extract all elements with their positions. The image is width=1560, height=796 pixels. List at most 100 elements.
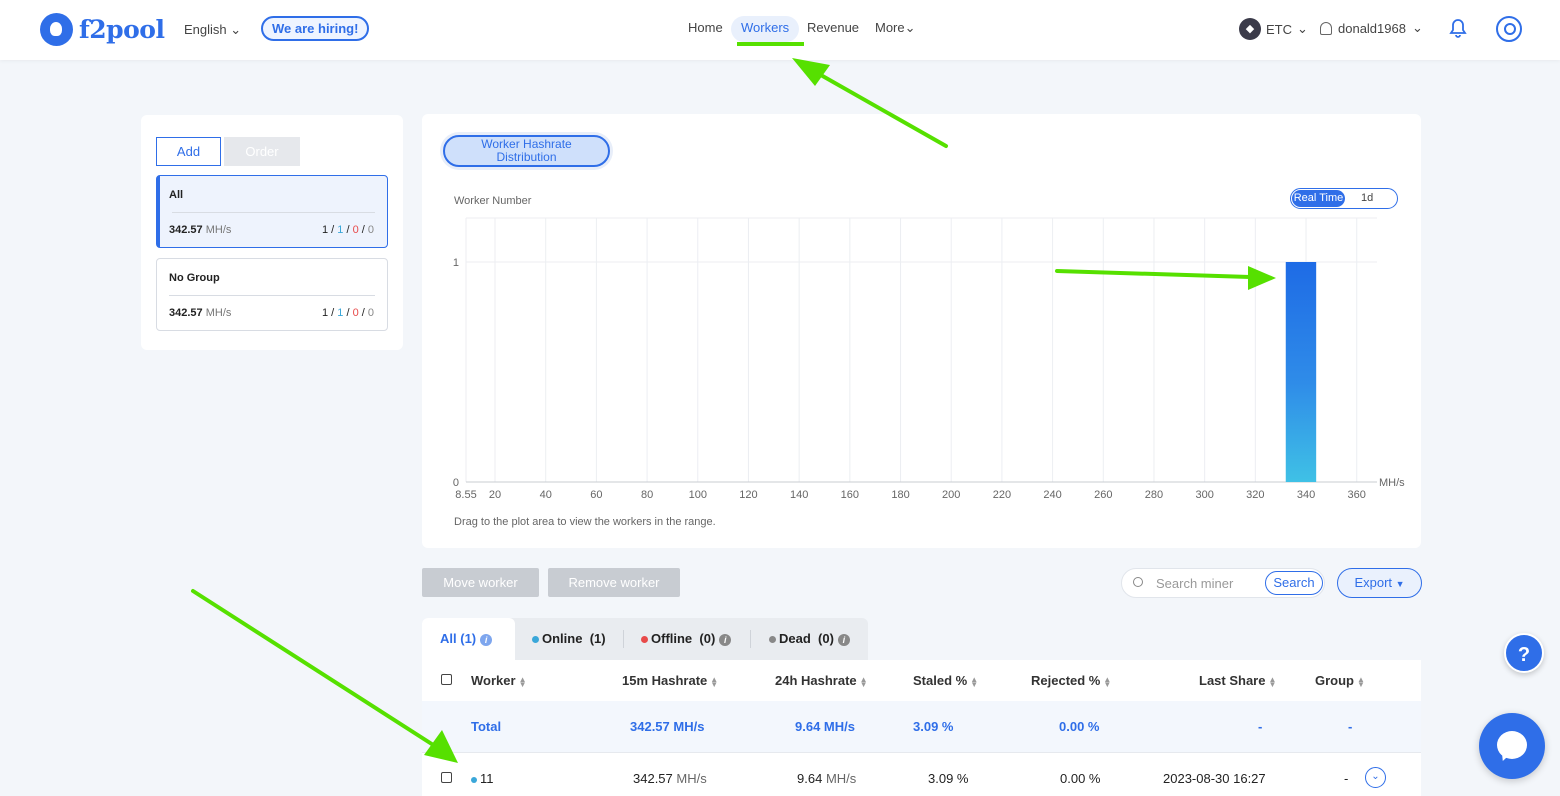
arrow-head <box>792 58 830 86</box>
x-tick-label: 320 <box>1246 489 1264 501</box>
search-miner-box: Search miner Search <box>1121 568 1325 598</box>
row-checkbox[interactable] <box>441 772 452 783</box>
info-icon[interactable]: i <box>719 633 732 646</box>
value: 342.57 <box>633 771 673 786</box>
count-dead: 0 <box>367 307 374 319</box>
divider <box>172 212 375 213</box>
language-selector[interactable]: English ⌄ <box>184 22 241 38</box>
help-question-icon[interactable]: ? <box>1504 633 1544 673</box>
nav-home[interactable]: Home <box>688 20 723 35</box>
tab-divider <box>623 630 624 648</box>
offline-dot-icon <box>641 636 648 644</box>
histogram-bar[interactable] <box>1285 262 1317 482</box>
col-header-group[interactable]: Group ▲ ▼ <box>1315 673 1365 688</box>
info-icon[interactable]: i <box>837 633 850 646</box>
worker-24h-hashrate: 9.64 MH/s <box>797 771 856 786</box>
worker-group: - <box>1344 771 1349 786</box>
logo-text: f2pool <box>79 15 165 44</box>
worker-name[interactable]: 11 <box>471 771 494 786</box>
f2pool-logo[interactable]: f2pool <box>40 13 165 46</box>
col-header-24h-hashrate[interactable]: 24h Hashrate ▲ ▼ <box>775 673 868 688</box>
x-tick-label: 200 <box>942 489 960 501</box>
col-header-worker[interactable]: Worker ▲ ▼ <box>471 673 526 688</box>
col-header-label: Group <box>1315 673 1354 688</box>
language-label: English <box>184 22 227 37</box>
count-online: 1 <box>337 224 344 236</box>
search-button[interactable]: Search <box>1265 571 1323 595</box>
count-total: 1 <box>321 224 329 236</box>
x-tick-label: 260 <box>1094 489 1112 501</box>
total-rejected: 0.00 % <box>1059 719 1100 734</box>
group-card-no-group[interactable]: No Group 342.57 MH/s 1 / 1 / 0 / 0 <box>156 258 388 331</box>
top-header: f2pool English ⌄ We are hiring! Home Wor… <box>0 0 1560 60</box>
x-tick-label: 80 <box>641 489 653 501</box>
col-header-label: Staled % <box>913 673 968 688</box>
col-header-staled[interactable]: Staled % ▲ ▼ <box>913 673 978 688</box>
remove-worker-button[interactable]: Remove worker <box>548 568 680 597</box>
nav-active-highlight <box>737 42 804 46</box>
add-group-button[interactable]: Add <box>156 137 221 166</box>
tab-online[interactable]: Online (1) <box>532 618 606 660</box>
col-header-15m-hashrate[interactable]: 15m Hashrate ▲ ▼ <box>622 673 718 688</box>
export-label: Export <box>1354 575 1393 590</box>
col-header-label: 15m Hashrate <box>622 673 708 688</box>
count-offline: 0 <box>352 224 359 236</box>
total-label: Total <box>471 719 502 734</box>
total-last-share: - <box>1258 719 1263 734</box>
coin-label: ETC <box>1266 21 1292 37</box>
group-hashrate-unit: MH/s <box>205 224 232 236</box>
group-worker-counts: 1 / 1 / 0 / 0 <box>321 307 374 319</box>
chart-drag-hint: Drag to the plot area to view the worker… <box>454 516 716 528</box>
group-hashrate-unit: MH/s <box>205 307 232 319</box>
count-dead: 0 <box>367 224 374 236</box>
col-header-rejected[interactable]: Rejected % ▲ ▼ <box>1031 673 1111 688</box>
chevron-down-icon: ⌄ <box>1297 21 1308 36</box>
group-worker-counts: 1 / 1 / 0 / 0 <box>321 224 374 236</box>
nav-revenue[interactable]: Revenue <box>807 20 859 35</box>
total-group: - <box>1348 719 1353 734</box>
nav-workers[interactable]: Workers <box>731 16 800 42</box>
tab-offline[interactable]: Offline (0) i <box>641 618 732 660</box>
sort-icon: ▲ ▼ <box>518 674 527 689</box>
tab-online-count: (1) <box>589 631 606 646</box>
hashrate-distribution-card: Worker Hashrate Distribution Worker Numb… <box>422 114 1421 548</box>
group-card-all[interactable]: All 342.57 MH/s 1 / 1 / 0 / 0 <box>156 175 388 248</box>
hiring-badge[interactable]: We are hiring! <box>261 16 370 41</box>
x-tick-label: 160 <box>841 489 859 501</box>
tab-dead[interactable]: Dead (0) i <box>769 618 850 660</box>
workers-table: Worker ▲ ▼ 15m Hashrate ▲ ▼ 24h Hashrate ▲ ▼ S… <box>422 660 1421 796</box>
col-header-label: Rejected % <box>1031 673 1101 688</box>
tab-offline-label: Offline <box>651 631 693 646</box>
chevron-down-icon: ⌄ <box>904 20 916 35</box>
coin-selector[interactable]: ◆ ETC ⌄ <box>1239 18 1308 40</box>
chat-bubble-icon <box>1497 731 1527 759</box>
x-tick-label: 180 <box>891 489 909 501</box>
worker-last-share: 2023-08-30 16:27 <box>1163 771 1266 786</box>
live-chat-button[interactable] <box>1479 713 1545 779</box>
export-button[interactable]: Export ▼ <box>1337 568 1422 598</box>
user-menu[interactable]: donald1968 ⌄ <box>1320 20 1423 36</box>
x-tick-label: 40 <box>540 489 552 501</box>
group-name: No Group <box>169 272 220 284</box>
expand-row-chevron-icon[interactable]: ⌄ <box>1365 767 1386 788</box>
info-icon[interactable]: i <box>480 633 493 646</box>
count-online: 1 <box>337 307 344 319</box>
move-worker-button[interactable]: Move worker <box>422 568 539 597</box>
order-groups-button[interactable]: Order <box>224 137 300 166</box>
tab-divider <box>750 630 751 648</box>
select-all-checkbox[interactable] <box>441 674 452 685</box>
tab-all[interactable]: All (1) i <box>422 618 515 660</box>
tab-dead-count: (0) <box>818 631 834 646</box>
search-miner-input[interactable]: Search miner <box>1156 576 1233 591</box>
nav-more[interactable]: More⌄ <box>875 20 916 36</box>
tab-dead-label: Dead <box>779 631 811 646</box>
col-header-label: 24h Hashrate <box>775 673 857 688</box>
search-icon[interactable] <box>1496 16 1522 42</box>
y-tick-label: 1 <box>453 257 459 269</box>
col-header-last-share[interactable]: Last Share ▲ ▼ <box>1199 673 1276 688</box>
arrow-to-worker-row <box>191 589 440 750</box>
worker-staled: 3.09 % <box>928 771 969 786</box>
total-staled: 3.09 % <box>913 719 954 734</box>
bell-icon[interactable] <box>1446 16 1470 40</box>
hashrate-distribution-chart[interactable]: 8.55 20 40 60 80 100 120 140 160 180 200 220 240 260 2… <box>422 114 1421 548</box>
